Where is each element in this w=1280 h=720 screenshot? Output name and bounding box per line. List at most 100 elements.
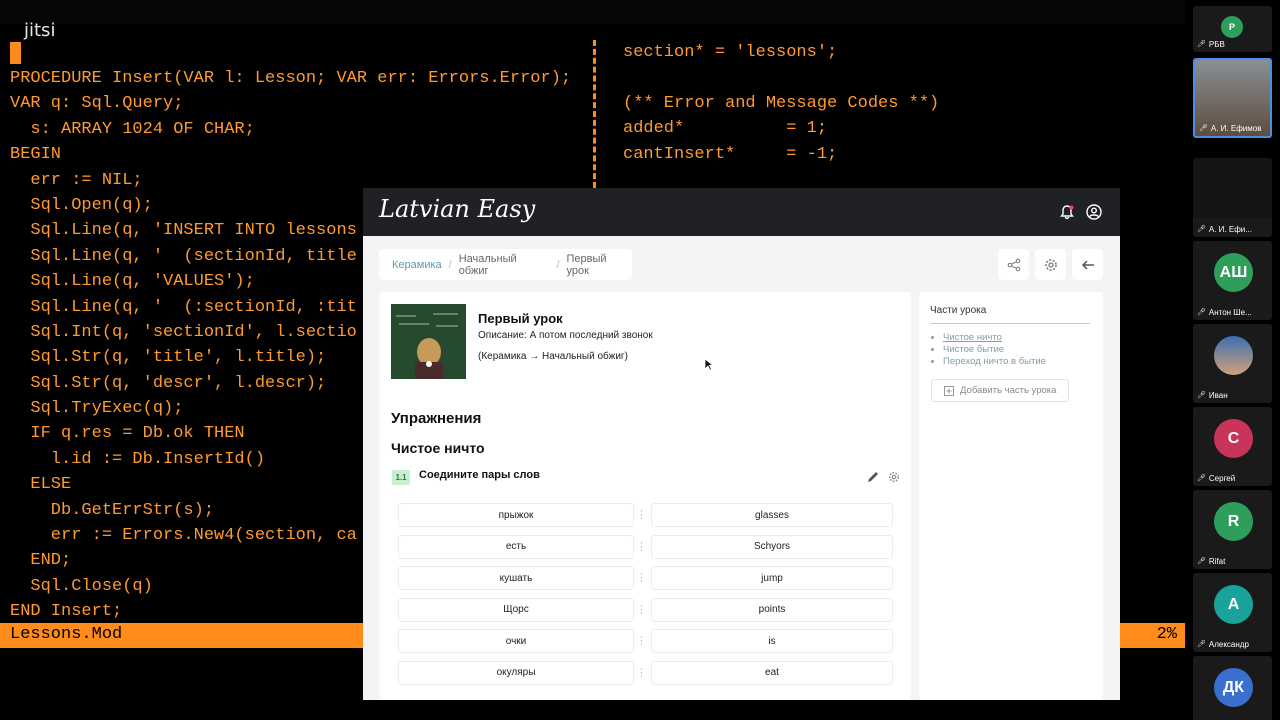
pair-right-word[interactable]: points [651, 597, 893, 622]
pencil-icon[interactable] [866, 470, 880, 484]
pair-right-word[interactable]: eat [651, 660, 893, 685]
lesson-parts-list: Чистое ничтоЧистое бытиеПереход ничто в … [943, 332, 1046, 368]
status-percent: 2% [1156, 625, 1177, 644]
status-filename: Lessons.Mod [10, 625, 123, 644]
drag-handle-icon[interactable]: ⋮ [636, 603, 647, 617]
pair-row: окуляры ⋮ eat [398, 660, 893, 685]
participant-tile[interactable]: 🎤︎ А. И. Ефи... [1193, 158, 1272, 237]
participant-tile[interactable]: 🎤︎ Иван [1193, 324, 1272, 403]
browser-app: Latvian Easy Керамика / Начальный обжиг … [363, 188, 1120, 700]
participants-rail: P 🎤︎ РБВ 🎤︎ А. И. Ефимов 🎤︎ А. И. Ефи... АШ 🎤︎ Ан… [1185, 0, 1280, 720]
avatar: R [1214, 502, 1253, 541]
pair-left-word[interactable]: кушать [398, 566, 634, 591]
exercise-badge: 1.1 [392, 470, 410, 485]
participant-tile[interactable]: А 🎤︎ Александр [1193, 573, 1272, 652]
pane-divider [593, 40, 603, 188]
participant-tile[interactable]: ДК🎤︎Дмитрий ... [1193, 656, 1272, 720]
pair-right-word[interactable]: glasses [651, 503, 893, 527]
breadcrumb-item[interactable]: Керамика [392, 259, 442, 271]
pair-right-word[interactable]: is [651, 629, 893, 654]
section-heading: Чистое ничто [391, 440, 485, 456]
code-line: added* = 1; [623, 119, 828, 139]
share-icon [1007, 258, 1020, 271]
lesson-description: Описание: А потом последний звонок [478, 330, 653, 341]
drag-handle-icon[interactable]: ⋮ [636, 666, 647, 680]
user-icon[interactable] [1086, 204, 1102, 220]
pair-right-word[interactable]: jump [651, 566, 893, 591]
pair-row: Щорс ⋮ points [398, 597, 893, 622]
participant-name-bar: 🎤︎ Иван [1197, 391, 1271, 400]
pair-left-word[interactable]: окуляры [398, 660, 634, 685]
code-line: cantInsert* = -1; [623, 144, 838, 164]
gear-icon [1044, 258, 1057, 271]
drag-handle-icon[interactable]: ⋮ [636, 508, 647, 522]
participant-name: Сергей [1208, 474, 1236, 483]
back-button[interactable] [1072, 249, 1103, 280]
pair-left-word[interactable]: есть [398, 534, 634, 559]
participant-tile[interactable]: R 🎤︎ Rifat [1193, 490, 1272, 569]
breadcrumb-separator: / [448, 258, 452, 271]
brand-logo[interactable]: Latvian Easy [379, 195, 535, 223]
drag-handle-icon[interactable]: ⋮ [636, 571, 647, 585]
pair-right-word[interactable]: Schyors [651, 534, 893, 559]
share-button[interactable] [998, 249, 1029, 280]
lesson-part-link[interactable]: Переход ничто в бытие [943, 356, 1046, 368]
participant-tile[interactable]: АШ 🎤︎ Антон Ше... [1193, 241, 1272, 320]
code-right-pane: section* = 'lessons'; (** Error and Messa… [623, 40, 939, 167]
participant-tile[interactable]: P 🎤︎ РБВ [1193, 6, 1272, 52]
editor-cursor [10, 42, 21, 64]
participant-name-bar: 🎤︎ Александр [1197, 640, 1271, 649]
jitsi-logo: jitsi [24, 20, 56, 41]
pair-left-word[interactable]: прыжок [398, 503, 634, 527]
participant-name: Rifat [1208, 557, 1226, 566]
exercises-heading: Упражнения [391, 410, 482, 427]
app-header: Latvian Easy [363, 188, 1120, 236]
settings-button[interactable] [1035, 249, 1066, 280]
participant-tile[interactable]: С 🎤︎ Сергей [1193, 407, 1272, 486]
avatar [1193, 158, 1272, 218]
participant-name: Антон Ше... [1208, 308, 1252, 317]
code-line: PROCEDURE Insert(VAR l: Lesson; VAR err:… [10, 69, 572, 88]
avatar: С [1214, 419, 1253, 458]
exercise-title: Соедините пары слов [419, 469, 540, 481]
drag-handle-icon[interactable]: ⋮ [636, 540, 647, 554]
breadcrumb-item[interactable]: Начальный обжиг [459, 253, 550, 277]
bell-icon[interactable] [1059, 204, 1075, 220]
mic-muted-icon: 🎤︎ [1197, 41, 1206, 48]
mic-muted-icon: 🎤︎ [1197, 475, 1206, 482]
participant-name-bar: 🎤︎ А. И. Ефи... [1197, 225, 1271, 234]
breadcrumb-separator: / [556, 258, 560, 271]
arrow-left-icon [1081, 259, 1094, 270]
gear-icon[interactable] [888, 471, 900, 483]
mic-muted-icon: 🎤︎ [1197, 392, 1206, 399]
participant-name: А. И. Ефи... [1208, 225, 1252, 234]
mic-muted-icon: 🎤︎ [1197, 226, 1206, 233]
pair-left-word[interactable]: Щорс [398, 597, 634, 622]
lesson-image [391, 304, 466, 379]
add-lesson-part-button[interactable]: Добавить часть урока [931, 379, 1069, 402]
lesson-path: (Керамика → Начальный обжиг) [478, 351, 628, 362]
participant-name: РБВ [1208, 40, 1225, 49]
lesson-part-link[interactable]: Чистое бытие [943, 344, 1046, 356]
code-line: s: ARRAY 1024 OF CHAR; [10, 119, 255, 139]
code-line: section* = 'lessons'; [623, 43, 838, 62]
participant-tile[interactable]: 🎤︎ А. И. Ефимов [1193, 58, 1272, 138]
lesson-parts-heading: Части урока [930, 305, 1090, 324]
lesson-thumbnail [391, 304, 466, 379]
mic-muted-icon: 🎤︎ [1199, 125, 1208, 132]
shared-screen: jitsi PROCEDURE Insert(VAR l: Lesson; VA… [0, 0, 1185, 720]
participant-name: А. И. Ефимов [1210, 124, 1262, 133]
mic-muted-icon: 🎤︎ [1197, 558, 1206, 565]
avatar [1214, 336, 1253, 375]
code-line: VAR q: Sql.Query; [10, 94, 184, 114]
code-line: (** Error and Message Codes **) [623, 93, 940, 113]
pair-row: очки ⋮ is [398, 629, 893, 654]
pair-left-word[interactable]: очки [398, 629, 634, 654]
participant-name-bar: 🎤︎ Rifat [1197, 557, 1271, 566]
drag-handle-icon[interactable]: ⋮ [636, 634, 647, 648]
avatar: ДК [1214, 668, 1253, 707]
avatar: P [1221, 16, 1243, 38]
lesson-part-link[interactable]: Чистое ничто [943, 332, 1046, 344]
participant-name: Иван [1208, 391, 1228, 400]
